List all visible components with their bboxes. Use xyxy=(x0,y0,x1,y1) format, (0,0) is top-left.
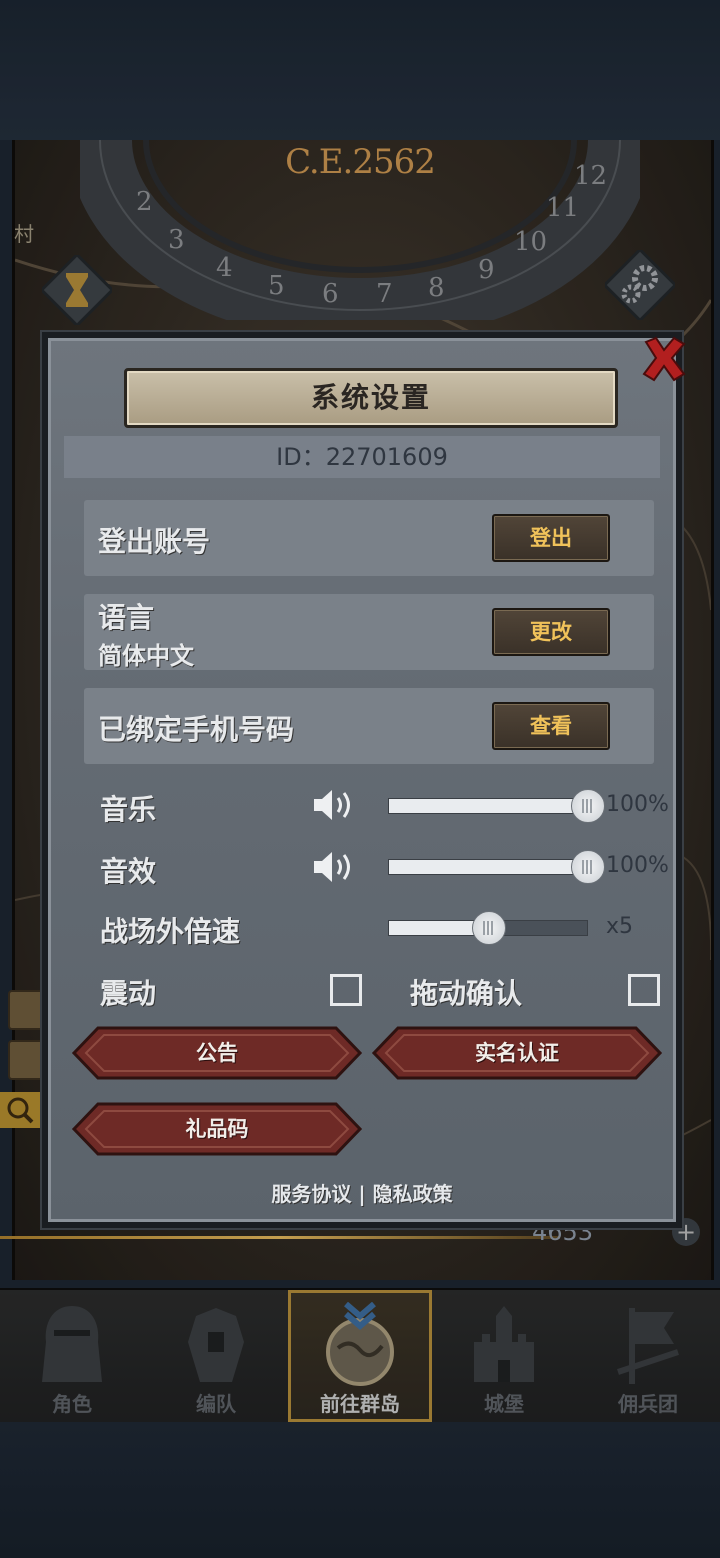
gift-code-label: 礼品码 xyxy=(185,1117,249,1141)
language-current: 简体中文 xyxy=(98,642,194,670)
language-row: 语言 简体中文 更改 xyxy=(84,594,654,670)
terms-of-service-link[interactable]: 服务协议 xyxy=(271,1182,351,1206)
speaker-icon[interactable] xyxy=(312,786,358,824)
music-slider-knob[interactable] xyxy=(571,789,605,823)
speed-value: x5 xyxy=(606,914,634,939)
realname-verification-button[interactable]: 实名认证 xyxy=(372,1026,662,1080)
drag-confirm-label: 拖动确认 xyxy=(410,977,523,1010)
drag-confirm-checkbox[interactable] xyxy=(628,974,660,1006)
privacy-policy-link[interactable]: 隐私政策 xyxy=(373,1182,453,1206)
speaker-icon[interactable] xyxy=(312,848,358,886)
phone-row: 已绑定手机号码 查看 xyxy=(84,688,654,764)
announcement-button[interactable]: 公告 xyxy=(72,1026,362,1080)
speed-slider[interactable] xyxy=(388,911,588,945)
sfx-slider[interactable] xyxy=(388,850,605,884)
sfx-slider-fill xyxy=(389,860,587,874)
language-label: 语言 xyxy=(98,601,155,634)
sfx-label: 音效 xyxy=(100,855,157,888)
change-language-button[interactable]: 更改 xyxy=(492,608,610,656)
phone-label: 已绑定手机号码 xyxy=(98,713,295,746)
logout-row: 登出账号 登出 xyxy=(84,500,654,576)
music-slider-fill xyxy=(389,799,587,813)
logout-button[interactable]: 登出 xyxy=(492,514,610,562)
player-id-label: ID： xyxy=(276,443,326,471)
dialog-title: 系统设置 xyxy=(310,381,431,414)
sfx-slider-knob[interactable] xyxy=(571,850,605,884)
music-label: 音乐 xyxy=(100,793,157,826)
vibration-checkbox[interactable] xyxy=(330,974,362,1006)
logout-label: 登出账号 xyxy=(98,525,211,558)
link-separator: | xyxy=(358,1182,366,1206)
announcement-label: 公告 xyxy=(196,1041,238,1065)
title-banner: 系统设置 xyxy=(124,368,618,428)
speed-label: 战场外倍速 xyxy=(100,915,241,948)
player-id-value: 22701609 xyxy=(325,443,448,471)
player-id-strip: ID：22701609 xyxy=(64,436,660,478)
realname-verification-label: 实名认证 xyxy=(475,1041,559,1065)
close-icon[interactable] xyxy=(640,334,688,382)
music-value: 100% xyxy=(606,792,669,817)
settings-dialog: 系统设置 ID：22701609 登出账号 登出 语言 简体中文 更改 已绑定手… xyxy=(42,332,686,1228)
player-id: ID：22701609 xyxy=(64,436,660,478)
vibration-label: 震动 xyxy=(100,977,157,1010)
music-slider[interactable] xyxy=(388,789,605,823)
speed-slider-knob[interactable] xyxy=(472,911,506,945)
view-phone-button[interactable]: 查看 xyxy=(492,702,610,750)
sfx-value: 100% xyxy=(606,853,669,878)
gift-code-button[interactable]: 礼品码 xyxy=(72,1102,362,1156)
footer-links: 服务协议 | 隐私政策 xyxy=(48,1178,676,1207)
